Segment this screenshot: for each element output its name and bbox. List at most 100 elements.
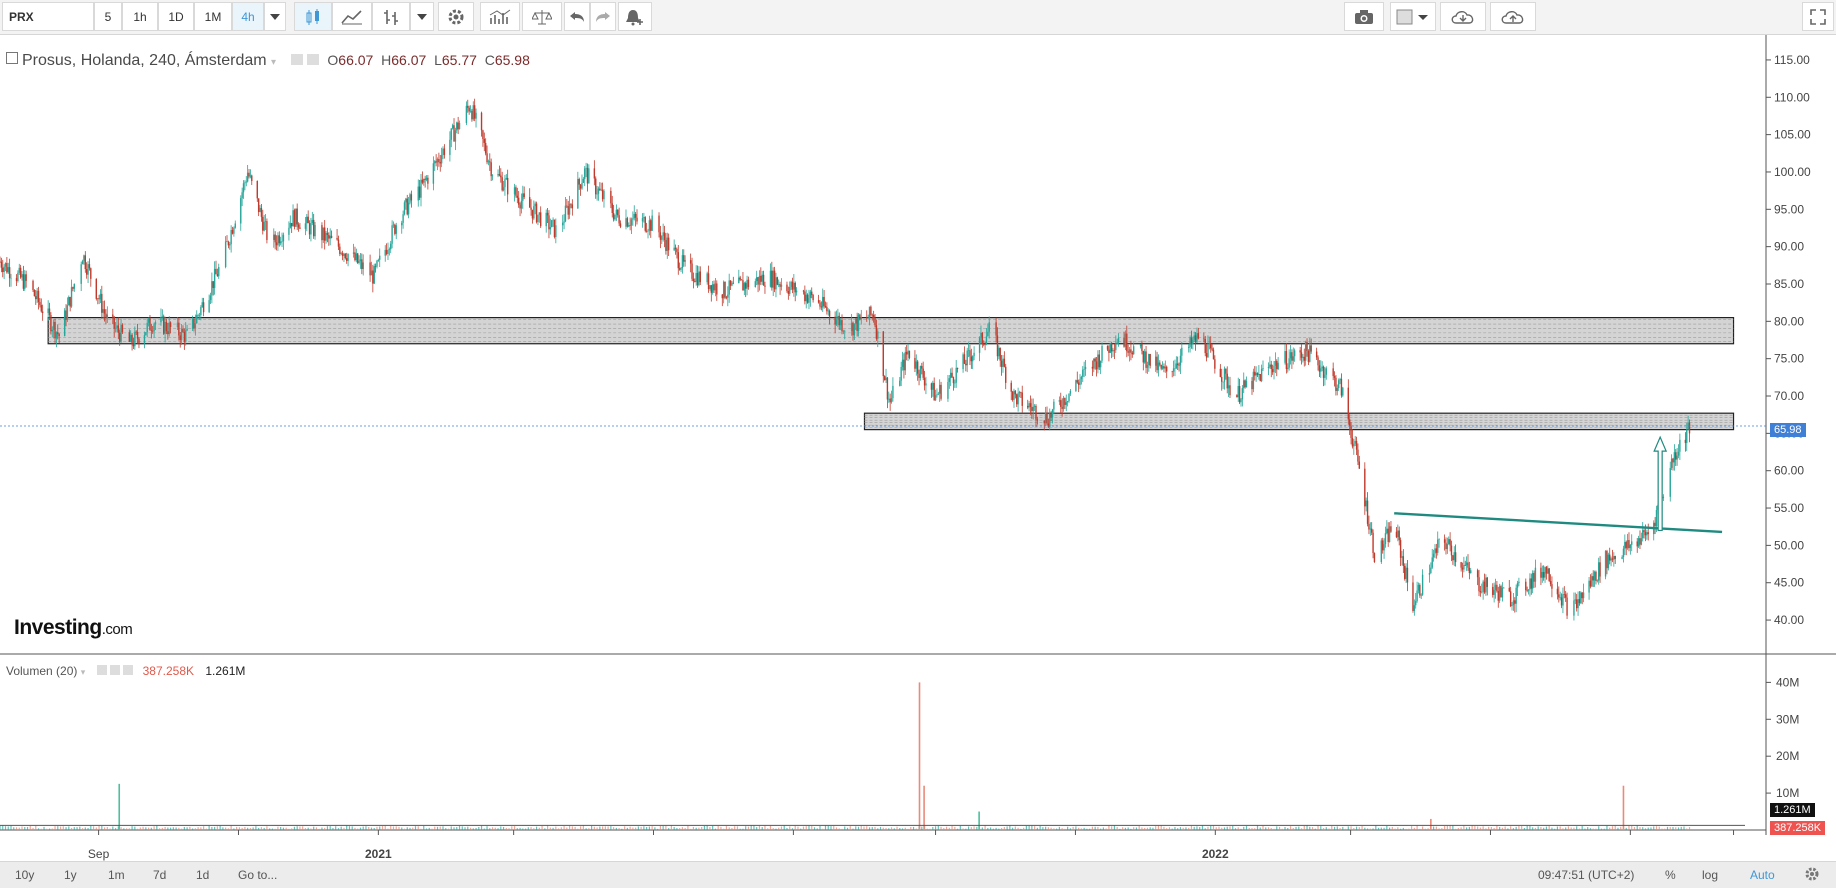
compare-button[interactable]	[522, 2, 562, 31]
candle-body	[517, 197, 520, 205]
settings-button[interactable]	[1804, 866, 1820, 885]
range-7d-button[interactable]: 7d	[153, 868, 166, 882]
chevron-down-icon[interactable]: ▾	[81, 667, 86, 677]
candle-body	[1476, 570, 1479, 578]
volume-bar	[373, 828, 375, 830]
volume-bars	[0, 682, 1745, 830]
goto-button[interactable]: Go to...	[238, 868, 277, 882]
range-10y-button[interactable]: 10y	[15, 868, 34, 882]
volume-bar	[527, 827, 529, 830]
volume-bar	[717, 826, 719, 830]
candle-body	[908, 350, 911, 358]
chart-type-dropdown[interactable]	[410, 2, 434, 31]
close-icon[interactable]	[123, 665, 134, 675]
candle-body	[597, 188, 600, 194]
layout-button[interactable]	[1390, 2, 1436, 31]
volume-bar	[879, 826, 882, 830]
volume-bar	[1386, 825, 1388, 830]
volume-bar	[1149, 827, 1151, 830]
settings-gear-icon[interactable]	[109, 665, 120, 675]
volume-bar	[1617, 827, 1619, 830]
area-chart-button[interactable]	[332, 2, 372, 31]
volume-axis[interactable]: 40M30M20M10M	[1766, 675, 1799, 800]
volume-bar	[544, 828, 546, 830]
save-cloud-button[interactable]	[1490, 2, 1536, 31]
volume-bar	[225, 827, 227, 830]
candle-body	[1027, 405, 1029, 408]
undo-button[interactable]	[564, 2, 590, 31]
candle-body	[724, 281, 726, 298]
log-toggle[interactable]: log	[1702, 868, 1718, 882]
chart-area[interactable]: 115.00110.00105.00100.0095.0090.0085.008…	[0, 35, 1836, 861]
candle-body	[420, 179, 422, 198]
load-cloud-button[interactable]	[1440, 2, 1486, 31]
interval-1h-button[interactable]: 1h	[122, 2, 158, 31]
screenshot-button[interactable]	[1344, 2, 1384, 31]
range-1y-button[interactable]: 1y	[64, 868, 77, 882]
interval-1d-button[interactable]: 1D	[158, 2, 194, 31]
candle-body	[1686, 429, 1688, 443]
candle-body	[0, 261, 3, 268]
volume-bar	[123, 828, 125, 830]
range-1m-button[interactable]: 1m	[108, 868, 125, 882]
volume-bar	[648, 826, 650, 830]
bar-chart-button[interactable]	[372, 2, 410, 31]
candles-chart-button[interactable]	[294, 2, 332, 31]
price-axis[interactable]: 115.00110.00105.00100.0095.0090.0085.008…	[1766, 53, 1811, 627]
auto-toggle[interactable]: Auto	[1750, 868, 1775, 882]
candle-body	[374, 266, 377, 267]
chart-legend: Prosus, Holanda, 240, Ámsterdam ▾ O66.07…	[6, 52, 530, 70]
candle-body	[1245, 380, 1248, 388]
volume-bar	[194, 828, 196, 830]
candle-body	[1534, 567, 1537, 582]
settings-gear-icon[interactable]	[306, 54, 319, 65]
volume-bar	[1433, 826, 1435, 830]
interval-1m-button[interactable]: 1M	[194, 2, 232, 31]
volume-bar	[1540, 827, 1542, 830]
volume-bar	[98, 825, 100, 830]
candle-body	[407, 202, 410, 215]
volume-bar	[1014, 826, 1016, 830]
volume-bar	[899, 828, 901, 830]
volume-bar	[450, 826, 452, 830]
candle-body	[344, 253, 347, 259]
candle-body	[1575, 599, 1578, 609]
interval-4h-button[interactable]: 4h	[232, 2, 264, 31]
candle-body	[1094, 358, 1096, 362]
volume-bar	[555, 826, 557, 830]
collapse-legend-icon[interactable]	[6, 52, 18, 64]
candle-body	[161, 316, 164, 318]
percent-toggle[interactable]: %	[1665, 868, 1676, 882]
candle-body	[423, 178, 425, 183]
fullscreen-button[interactable]	[1802, 2, 1834, 31]
visibility-eye-icon[interactable]	[96, 665, 107, 675]
settings-button[interactable]	[438, 2, 474, 31]
indicators-button[interactable]	[480, 2, 520, 31]
volume-bar	[282, 827, 285, 830]
candle-body	[241, 192, 243, 199]
candle-body	[1204, 338, 1206, 354]
candle-body	[312, 219, 315, 237]
alert-button[interactable]	[618, 2, 652, 31]
range-1d-button[interactable]: 1d	[196, 868, 209, 882]
volume-bar	[1532, 827, 1534, 830]
candle-body	[4, 263, 7, 267]
candle-body	[505, 177, 508, 180]
volume-bar	[1177, 828, 1179, 830]
volume-bar	[1562, 828, 1564, 830]
redo-button[interactable]	[590, 2, 616, 31]
volume-bar	[1067, 826, 1069, 830]
candle-body	[10, 277, 12, 279]
candle-body	[314, 225, 316, 237]
interval-5-button[interactable]: 5	[94, 2, 122, 31]
time-axis[interactable]: Sep 2021 2022	[88, 830, 1735, 861]
symbol-input[interactable]: PRX	[2, 2, 94, 31]
volume-bar	[783, 825, 785, 830]
chevron-down-icon[interactable]: ▾	[271, 57, 276, 68]
interval-dropdown-button[interactable]	[264, 2, 286, 31]
candle-body	[570, 203, 572, 205]
toolbar: PRX 5 1h 1D 1M 4h	[0, 0, 1836, 35]
visibility-eye-icon[interactable]	[290, 54, 303, 65]
candle-body	[1101, 346, 1103, 361]
volume-bar	[1273, 828, 1275, 830]
